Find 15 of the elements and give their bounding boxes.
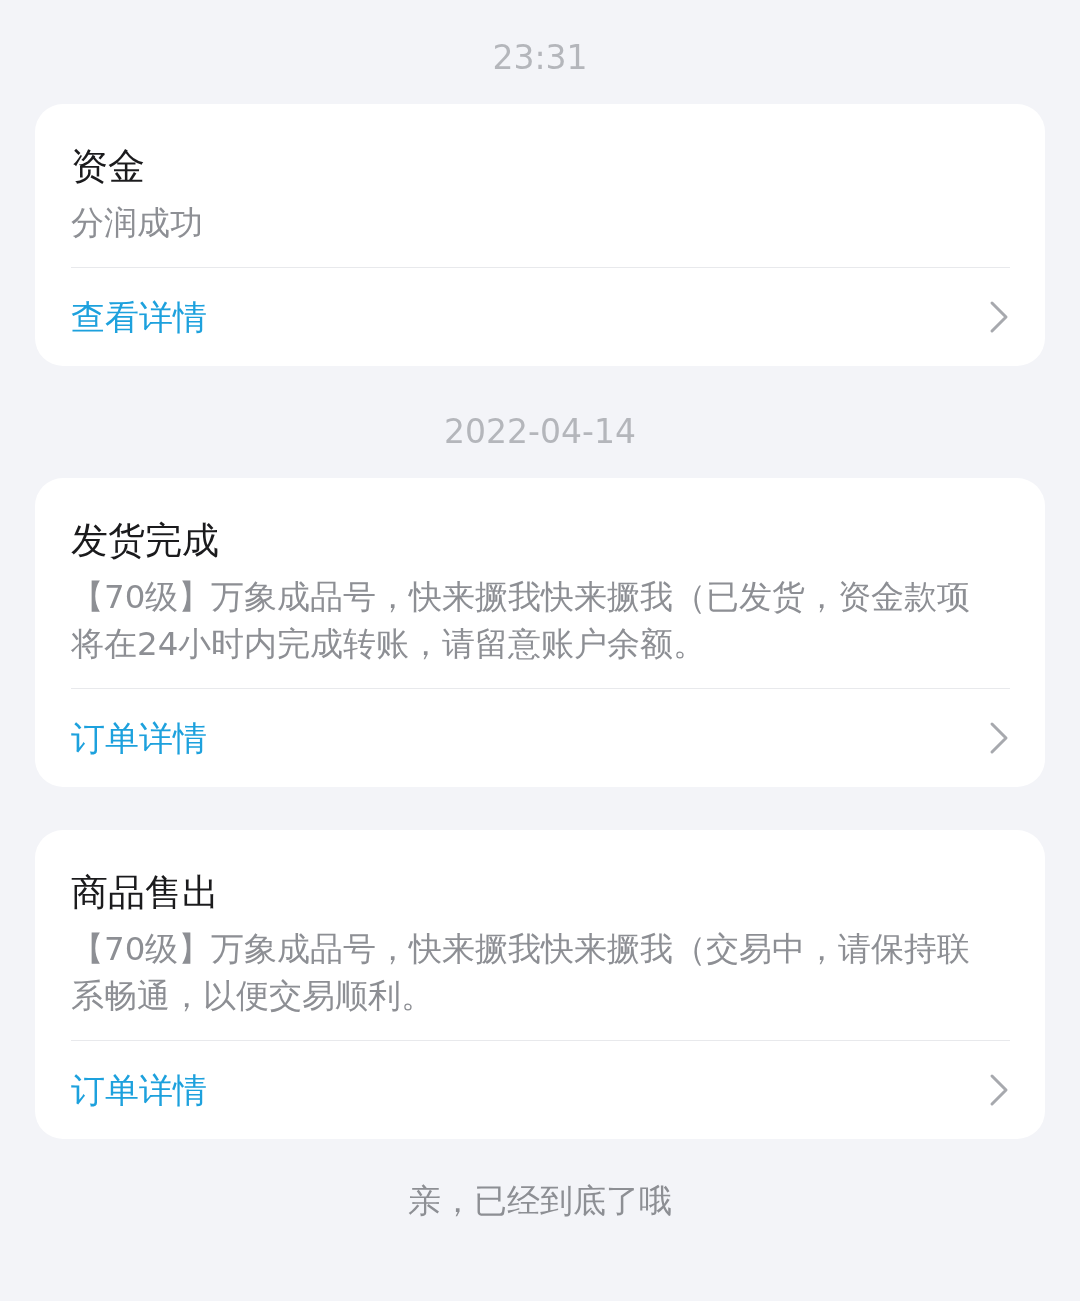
card-message: 【70级】万象成品号，快来撅我快来撅我（交易中，请保持联系畅通，以便交易顺利。 bbox=[71, 929, 972, 1017]
card-title: 资金 bbox=[71, 144, 146, 190]
end-of-list-text: 亲，已经到底了哦 bbox=[408, 1180, 672, 1222]
chevron-right-icon bbox=[988, 1073, 1010, 1107]
timestamp: 2022-04-14 bbox=[444, 411, 636, 453]
chevron-right-icon bbox=[988, 300, 1010, 334]
details-link[interactable]: 订单详情 bbox=[71, 1066, 207, 1114]
details-link[interactable]: 订单详情 bbox=[71, 714, 207, 762]
details-link[interactable]: 查看详情 bbox=[71, 293, 207, 341]
card-message: 【70级】万象成品号，快来撅我快来撅我（已发货，资金款项将在24小时内完成转账，请留意账户余额。 bbox=[71, 577, 972, 665]
card-message: 分润成功 bbox=[71, 203, 204, 244]
timestamp: 23:31 bbox=[492, 37, 588, 79]
card-title: 商品售出 bbox=[71, 870, 220, 916]
card-title: 发货完成 bbox=[71, 518, 220, 564]
chevron-right-icon bbox=[988, 721, 1010, 755]
